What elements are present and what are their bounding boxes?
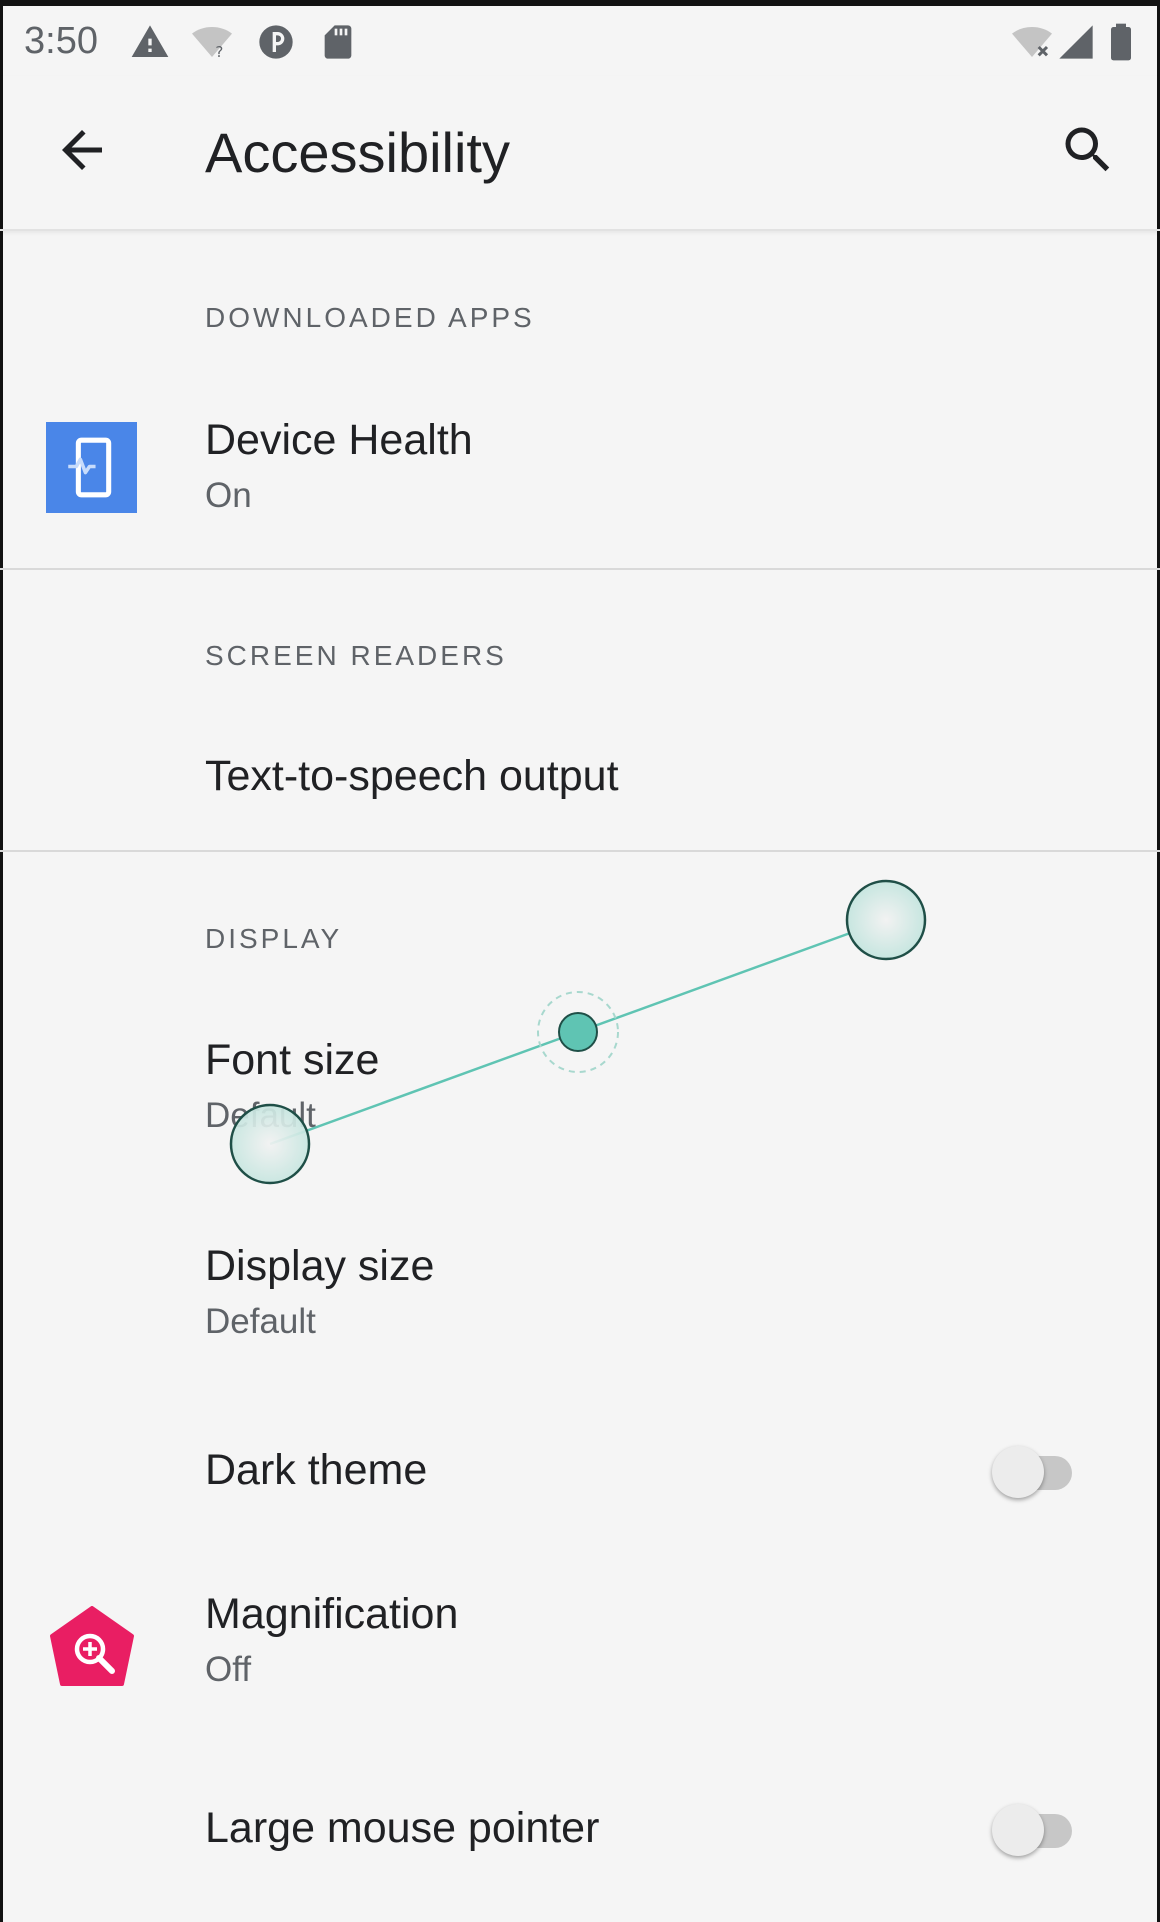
setting-item-magnification[interactable]: Magnification Off (0, 1548, 1160, 1748)
search-icon (1065, 127, 1110, 172)
setting-summary: On (205, 476, 252, 515)
section-divider (0, 568, 1160, 570)
page-title: Accessibility (205, 121, 510, 184)
setting-title: Device Health (205, 416, 473, 464)
large-mouse-pointer-toggle[interactable] (990, 1796, 1082, 1856)
battery-icon (1104, 22, 1138, 62)
section-header-downloaded-apps: DOWNLOADED APPS (205, 302, 535, 333)
cell-signal-icon (1056, 22, 1096, 62)
data-saver-icon (256, 22, 296, 62)
setting-item-display-size[interactable]: Display size Default (0, 1205, 1160, 1410)
arrow-back-icon (62, 130, 102, 170)
sd-card-icon (318, 22, 358, 62)
back-button[interactable] (52, 120, 112, 180)
setting-item-dark-theme[interactable]: Dark theme (0, 1410, 1160, 1530)
setting-item-large-mouse-pointer[interactable]: Large mouse pointer (0, 1768, 1160, 1888)
gesture-end-point (845, 879, 927, 961)
magnification-icon (50, 1606, 134, 1690)
wifi-off-icon (1012, 22, 1052, 62)
status-time: 3:50 (24, 20, 98, 62)
status-bar: 3:50 ? (0, 6, 1160, 76)
alert-icon (130, 22, 170, 62)
setting-title: Large mouse pointer (205, 1804, 600, 1852)
setting-title: Font size (205, 1036, 380, 1084)
svg-text:?: ? (215, 43, 223, 61)
device-health-icon (46, 422, 137, 513)
section-header-display: DISPLAY (205, 923, 343, 954)
setting-summary: Default (205, 1302, 316, 1341)
setting-item-device-health[interactable]: Device Health On (0, 380, 1160, 568)
setting-title: Display size (205, 1242, 435, 1290)
setting-item-text-to-speech[interactable]: Text-to-speech output (0, 720, 1160, 850)
setting-item-font-size[interactable]: Font size Default (0, 1000, 1160, 1205)
toggle-thumb (992, 1446, 1044, 1498)
wifi-unknown-icon: ? (192, 22, 232, 62)
section-header-screen-readers: SCREEN READERS (205, 640, 507, 671)
setting-summary: Default (205, 1096, 316, 1135)
setting-title: Magnification (205, 1590, 459, 1638)
app-bar: Accessibility (0, 76, 1160, 231)
toggle-thumb (992, 1804, 1044, 1856)
setting-summary: Off (205, 1650, 252, 1689)
section-divider (0, 850, 1160, 852)
setting-title: Dark theme (205, 1446, 428, 1494)
dark-theme-toggle[interactable] (990, 1438, 1082, 1498)
setting-title: Text-to-speech output (205, 752, 619, 800)
search-button[interactable] (1058, 120, 1118, 180)
